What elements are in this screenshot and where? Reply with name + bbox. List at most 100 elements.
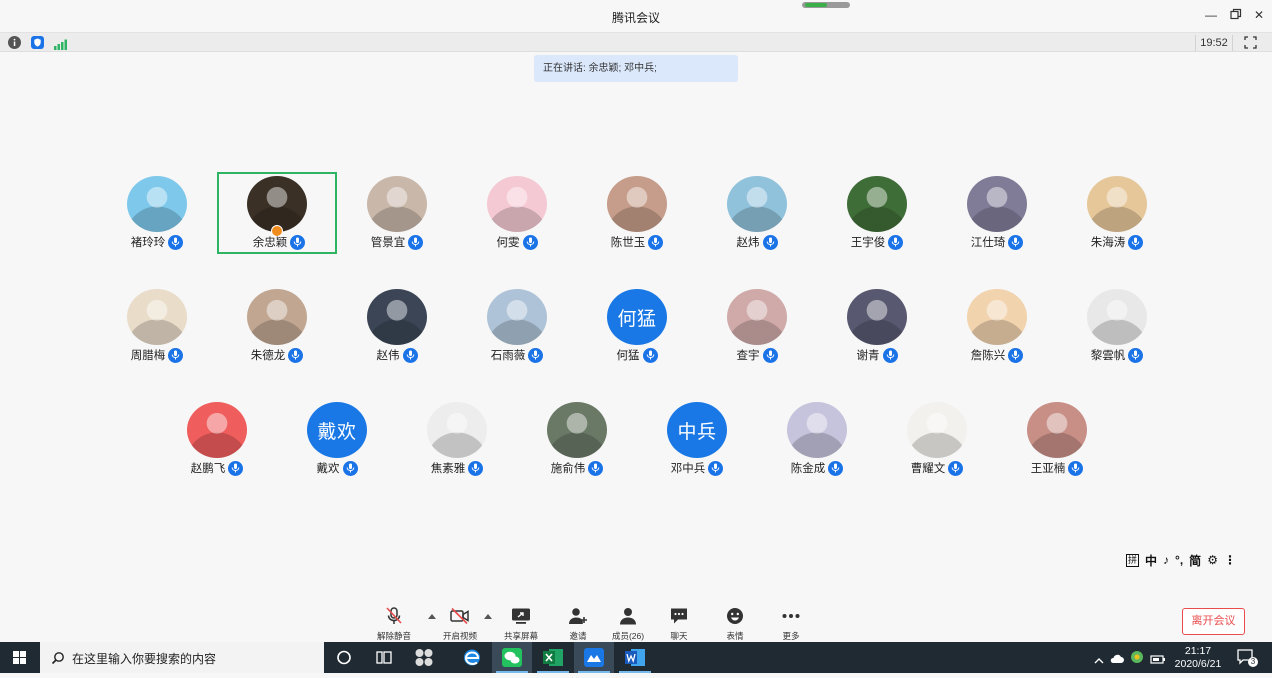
participant-card[interactable]: 王亚楠 xyxy=(997,398,1117,480)
participant-card[interactable]: 赵炜 xyxy=(697,172,817,254)
taskbar-clock[interactable]: 21:17 2020/6/21 xyxy=(1172,645,1224,671)
invite-button[interactable]: 邀请 xyxy=(550,605,606,641)
ime-moon-icon[interactable]: ♪ xyxy=(1163,553,1169,567)
participant-name: 石雨薇 xyxy=(490,350,526,362)
avatar: 戴欢 xyxy=(307,402,367,458)
start-video-button[interactable]: 开启视频 xyxy=(432,605,488,641)
taskbar-search-box[interactable]: 在这里输入你要搜索的内容 xyxy=(40,642,324,673)
avatar-initials: 中兵 xyxy=(677,421,717,443)
wechat-icon[interactable] xyxy=(492,642,532,673)
participant-card[interactable]: 陈世玉 xyxy=(577,172,697,254)
restore-icon[interactable] xyxy=(1229,8,1243,22)
windows-start-button[interactable] xyxy=(0,642,40,673)
task-view-button[interactable] xyxy=(364,642,404,673)
participant-card[interactable]: 赵伟 xyxy=(337,285,457,367)
tray-overflow-icon[interactable] xyxy=(1094,652,1104,670)
participant-card[interactable]: 谢青 xyxy=(817,285,937,367)
mic-icon xyxy=(642,347,658,363)
ime-pinyin[interactable]: 拼 xyxy=(1126,553,1140,567)
avatar xyxy=(847,176,907,232)
word-icon[interactable] xyxy=(615,642,655,673)
participant-name: 焦素雅 xyxy=(430,463,466,475)
mic-icon xyxy=(762,234,778,250)
notification-center-icon[interactable]: 3 xyxy=(1237,649,1258,667)
participant-card[interactable]: 余忠颖 xyxy=(217,172,337,254)
invite-icon xyxy=(569,608,587,624)
participant-name: 陈金成 xyxy=(790,463,826,475)
leave-meeting-button[interactable]: 离开会议 xyxy=(1182,608,1245,635)
signal-strength-icon[interactable] xyxy=(54,37,67,55)
mic-icon xyxy=(828,460,844,476)
avatar xyxy=(967,176,1027,232)
avatar xyxy=(487,289,547,345)
fullscreen-icon[interactable] xyxy=(1244,36,1257,54)
cortana-button[interactable] xyxy=(324,642,364,673)
participant-name-row: 王宇俊 xyxy=(817,234,937,250)
emoji-button[interactable]: 表情 xyxy=(707,605,763,641)
mic-icon xyxy=(762,347,778,363)
edge-browser-icon[interactable] xyxy=(452,642,492,673)
close-icon[interactable]: ✕ xyxy=(1252,8,1266,22)
unmute-button[interactable]: 解除静音 xyxy=(366,605,422,641)
participant-card[interactable]: 赵鹏飞 xyxy=(157,398,277,480)
mic-icon xyxy=(708,460,724,476)
participant-name-row: 曹耀文 xyxy=(877,460,997,476)
tencent-meeting-taskbar-icon[interactable] xyxy=(574,642,614,673)
participant-card[interactable]: 褚玲玲 xyxy=(97,172,217,254)
participant-card[interactable]: 江仕琦 xyxy=(937,172,1057,254)
participant-card[interactable]: 陈金成 xyxy=(757,398,877,480)
participant-card[interactable]: 曹耀文 xyxy=(877,398,997,480)
members-button[interactable]: 成员(26) xyxy=(600,605,656,641)
chat-icon xyxy=(671,608,687,624)
mic-icon xyxy=(402,347,418,363)
avatar xyxy=(247,289,307,345)
battery-icon[interactable] xyxy=(1150,651,1166,669)
cloud-icon[interactable] xyxy=(1110,651,1124,669)
participant-card[interactable]: 管景宜 xyxy=(337,172,457,254)
avatar xyxy=(247,176,307,232)
info-icon[interactable] xyxy=(8,36,21,49)
participant-card[interactable]: 石雨薇 xyxy=(457,285,577,367)
video-options-caret[interactable] xyxy=(484,614,492,619)
security-shield-icon[interactable] xyxy=(31,36,44,49)
pinwheel-app-icon[interactable] xyxy=(404,642,444,673)
speaking-indicator: 正在讲话: 余忠颖; 邓中兵; xyxy=(534,55,738,82)
share-screen-button[interactable]: 共享屏幕 xyxy=(493,605,549,641)
participant-name-row: 余忠颖 xyxy=(219,234,339,250)
network-status-icon[interactable] xyxy=(1130,650,1144,669)
participant-card[interactable]: 施俞伟 xyxy=(517,398,637,480)
meeting-toolbar: 解除静音 开启视频 共享屏幕 邀请 成员(26) 聊天 表情 更多 xyxy=(0,600,1272,642)
chat-button[interactable]: 聊天 xyxy=(651,605,707,641)
members-icon xyxy=(620,608,636,625)
participant-card[interactable]: 詹陈兴 xyxy=(937,285,1057,367)
mic-icon xyxy=(1008,234,1024,250)
mic-icon xyxy=(888,234,904,250)
participant-card[interactable]: 何猛 何猛 xyxy=(577,285,697,367)
ime-chinese-mode[interactable]: 中 xyxy=(1145,552,1157,569)
participant-card[interactable]: 何雯 xyxy=(457,172,577,254)
participant-card[interactable]: 中兵 邓中兵 xyxy=(637,398,757,480)
network-quality-bar xyxy=(802,2,850,8)
participant-card[interactable]: 黎雲帆 xyxy=(1057,285,1177,367)
excel-icon[interactable] xyxy=(533,642,573,673)
title-bar: 腾讯会议 — ✕ xyxy=(0,0,1272,32)
participant-name-row: 赵鹏飞 xyxy=(157,460,277,476)
participant-card[interactable]: 周腊梅 xyxy=(97,285,217,367)
participant-card[interactable]: 朱海涛 xyxy=(1057,172,1177,254)
participant-card[interactable]: 王宇俊 xyxy=(817,172,937,254)
ime-more-icon[interactable]: ⋮ xyxy=(1224,553,1236,567)
ime-settings-icon[interactable]: ⚙ xyxy=(1207,553,1218,567)
participant-card[interactable]: 戴欢 戴欢 xyxy=(277,398,397,480)
ime-simplified[interactable]: 简 xyxy=(1189,552,1201,569)
avatar: 何猛 xyxy=(607,289,667,345)
participant-card[interactable]: 朱德龙 xyxy=(217,285,337,367)
participant-card[interactable]: 焦素雅 xyxy=(397,398,517,480)
search-placeholder: 在这里输入你要搜索的内容 xyxy=(72,652,217,666)
ime-toolbar[interactable]: 拼 中 ♪ °, 简 ⚙ ⋮ xyxy=(1126,551,1236,569)
avatar xyxy=(607,176,667,232)
minimize-icon[interactable]: — xyxy=(1204,8,1218,22)
participant-card[interactable]: 查宇 xyxy=(697,285,817,367)
ime-punctuation[interactable]: °, xyxy=(1175,553,1183,567)
more-button[interactable]: 更多 xyxy=(763,605,819,641)
mic-icon xyxy=(168,347,184,363)
